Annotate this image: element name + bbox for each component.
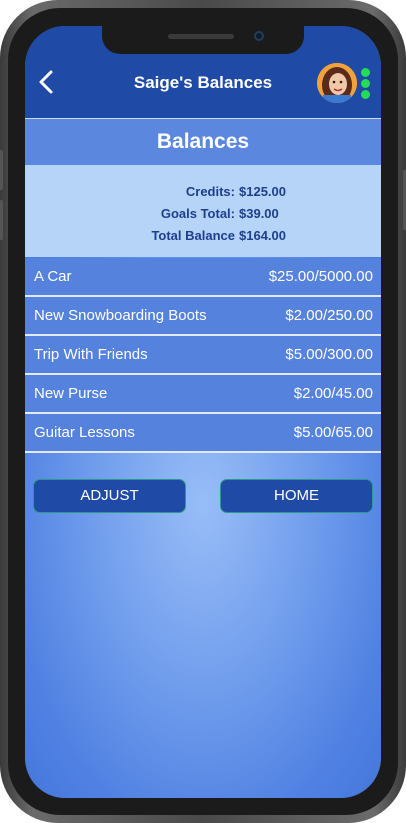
goals-list: A Car $25.00/5000.00 New Snowboarding Bo… [25, 258, 381, 453]
vertical-dots-icon[interactable] [360, 68, 372, 100]
adjust-button[interactable]: ADJUST [33, 479, 186, 513]
goal-row-guitar-lessons[interactable]: Guitar Lessons $5.00/65.00 [25, 414, 381, 453]
goal-name: A Car [34, 268, 72, 285]
app-screen: Saige's Balances Balances Credits: $125.… [25, 26, 381, 798]
goal-amount: $2.00/250.00 [285, 307, 373, 324]
goal-name: New Purse [34, 385, 108, 402]
volume-down-button [0, 200, 3, 240]
balance-summary: Credits: $125.00 Goals Total: $39.00 Tot… [25, 165, 381, 257]
goal-amount: $25.00/5000.00 [268, 268, 373, 285]
dot [361, 79, 370, 88]
notch [102, 26, 304, 54]
home-button[interactable]: HOME [220, 479, 373, 513]
dot [361, 90, 370, 99]
goal-name: New Snowboarding Boots [34, 307, 207, 324]
goal-row-a-car[interactable]: A Car $25.00/5000.00 [25, 258, 381, 297]
speaker [168, 34, 234, 39]
goal-amount: $5.00/65.00 [293, 424, 373, 441]
user-photo-icon [317, 63, 357, 103]
goal-row-trip-with-friends[interactable]: Trip With Friends $5.00/300.00 [25, 336, 381, 375]
camera-icon [254, 31, 264, 41]
goals-total-row: Goals Total: $39.00 [25, 205, 381, 223]
goals-total-value: $39.00 [239, 206, 279, 221]
total-balance-label: Total Balance [151, 228, 235, 243]
avatar[interactable] [317, 63, 357, 103]
credits-label: Credits: [185, 184, 235, 199]
goal-row-snowboarding-boots[interactable]: New Snowboarding Boots $2.00/250.00 [25, 297, 381, 336]
credits-row: Credits: $125.00 [25, 183, 381, 201]
phone-frame: Saige's Balances Balances Credits: $125.… [0, 0, 406, 823]
total-balance-row: Total Balance $164.00 [25, 227, 381, 245]
summary-placeholder [0, 157, 356, 175]
goal-name: Guitar Lessons [34, 424, 135, 441]
goal-amount: $2.00/45.00 [293, 385, 373, 402]
goals-total-label: Goals Total: [160, 206, 235, 221]
total-balance-value: $164.00 [239, 228, 286, 243]
goal-row-new-purse[interactable]: New Purse $2.00/45.00 [25, 375, 381, 414]
dot [361, 68, 370, 77]
goal-amount: $5.00/300.00 [285, 346, 373, 363]
credits-value: $125.00 [239, 184, 286, 199]
goal-name: Trip With Friends [34, 346, 148, 363]
